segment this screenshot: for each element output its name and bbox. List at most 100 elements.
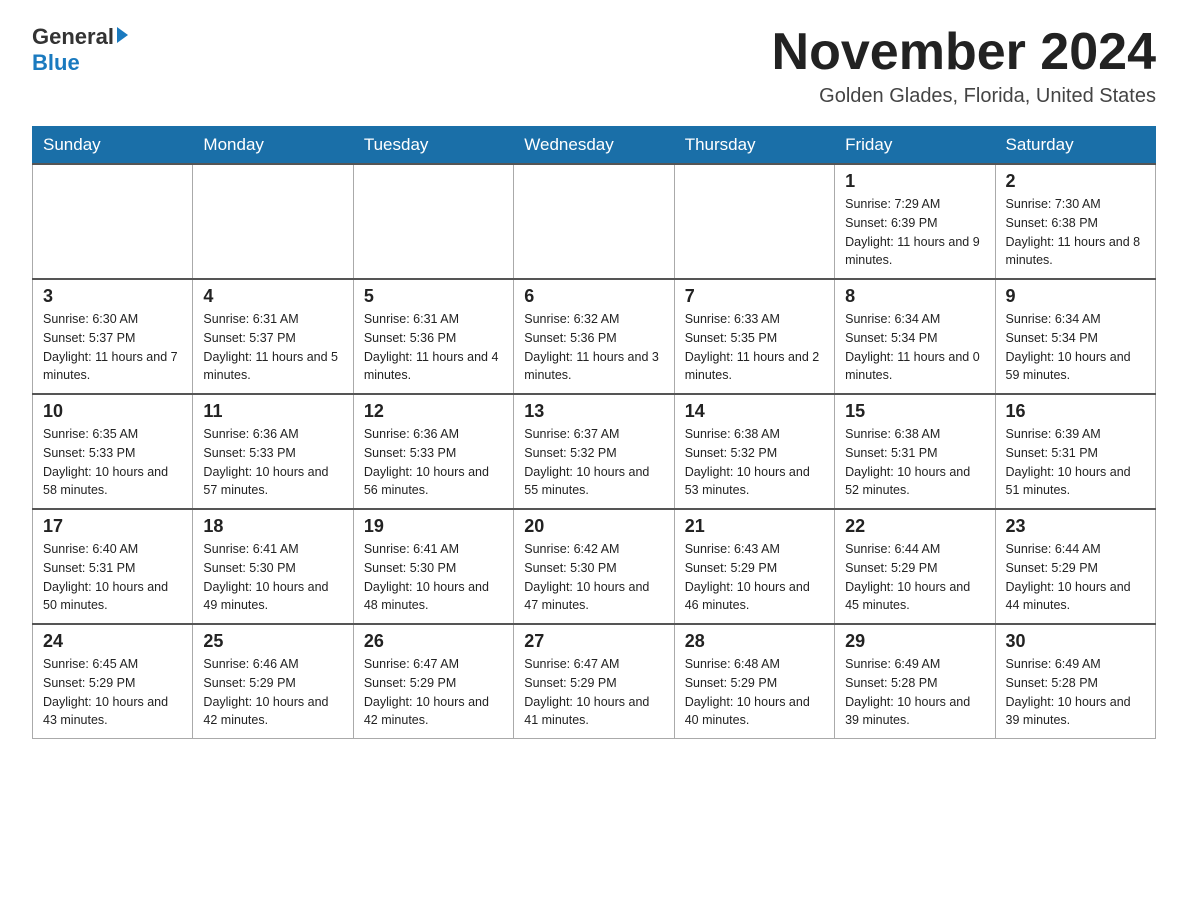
day-info: Sunrise: 6:41 AM Sunset: 5:30 PM Dayligh… (203, 540, 342, 615)
calendar-week-row: 10 Sunrise: 6:35 AM Sunset: 5:33 PM Dayli… (33, 394, 1156, 509)
day-info: Sunrise: 6:32 AM Sunset: 5:36 PM Dayligh… (524, 310, 663, 385)
day-number: 11 (203, 401, 342, 422)
calendar-cell (193, 164, 353, 279)
day-info: Sunrise: 6:49 AM Sunset: 5:28 PM Dayligh… (845, 655, 984, 730)
calendar-cell: 3 Sunrise: 6:30 AM Sunset: 5:37 PM Daylig… (33, 279, 193, 394)
calendar-cell (674, 164, 834, 279)
day-info: Sunrise: 6:46 AM Sunset: 5:29 PM Dayligh… (203, 655, 342, 730)
logo: General Blue (32, 24, 128, 76)
calendar-cell: 7 Sunrise: 6:33 AM Sunset: 5:35 PM Daylig… (674, 279, 834, 394)
logo-general-text: General (32, 24, 114, 50)
calendar-cell: 16Sunrise: 6:39 AM Sunset: 5:31 PM Dayli… (995, 394, 1155, 509)
calendar-cell: 9Sunrise: 6:34 AM Sunset: 5:34 PM Daylig… (995, 279, 1155, 394)
calendar-cell: 25Sunrise: 6:46 AM Sunset: 5:29 PM Dayli… (193, 624, 353, 739)
day-info: Sunrise: 6:38 AM Sunset: 5:32 PM Dayligh… (685, 425, 824, 500)
calendar-cell: 19 Sunrise: 6:41 AM Sunset: 5:30 PM Dayli… (353, 509, 513, 624)
day-number: 9 (1006, 286, 1145, 307)
day-info: Sunrise: 6:36 AM Sunset: 5:33 PM Dayligh… (364, 425, 503, 500)
calendar-cell: 15 Sunrise: 6:38 AM Sunset: 5:31 PM Dayli… (835, 394, 995, 509)
calendar-week-row: 1 Sunrise: 7:29 AM Sunset: 6:39 PM Daylig… (33, 164, 1156, 279)
calendar-cell (514, 164, 674, 279)
page-header: General Blue November 2024 Golden Glades… (32, 24, 1156, 108)
logo-arrow-icon (117, 27, 128, 43)
calendar-cell: 10 Sunrise: 6:35 AM Sunset: 5:33 PM Dayli… (33, 394, 193, 509)
calendar-cell: 29 Sunrise: 6:49 AM Sunset: 5:28 PM Dayli… (835, 624, 995, 739)
day-info: Sunrise: 6:47 AM Sunset: 5:29 PM Dayligh… (364, 655, 503, 730)
calendar-table: SundayMondayTuesdayWednesdayThursdayFrid… (32, 126, 1156, 739)
calendar-cell: 5Sunrise: 6:31 AM Sunset: 5:36 PM Daylig… (353, 279, 513, 394)
location-subtitle: Golden Glades, Florida, United States (772, 85, 1156, 108)
day-info: Sunrise: 6:40 AM Sunset: 5:31 PM Dayligh… (43, 540, 182, 615)
day-number: 20 (524, 516, 663, 537)
day-number: 15 (845, 401, 984, 422)
day-info: Sunrise: 6:31 AM Sunset: 5:36 PM Dayligh… (364, 310, 503, 385)
day-number: 1 (845, 171, 984, 192)
calendar-cell: 26 Sunrise: 6:47 AM Sunset: 5:29 PM Dayli… (353, 624, 513, 739)
day-info: Sunrise: 6:31 AM Sunset: 5:37 PM Dayligh… (203, 310, 342, 385)
calendar-cell (353, 164, 513, 279)
logo-blue-text: Blue (32, 50, 80, 75)
calendar-cell: 13 Sunrise: 6:37 AM Sunset: 5:32 PM Dayli… (514, 394, 674, 509)
day-info: Sunrise: 6:41 AM Sunset: 5:30 PM Dayligh… (364, 540, 503, 615)
day-number: 4 (203, 286, 342, 307)
day-info: Sunrise: 6:34 AM Sunset: 5:34 PM Dayligh… (845, 310, 984, 385)
day-info: Sunrise: 6:45 AM Sunset: 5:29 PM Dayligh… (43, 655, 182, 730)
calendar-cell: 1 Sunrise: 7:29 AM Sunset: 6:39 PM Daylig… (835, 164, 995, 279)
calendar-cell: 20 Sunrise: 6:42 AM Sunset: 5:30 PM Dayli… (514, 509, 674, 624)
weekday-header-tuesday: Tuesday (353, 127, 513, 165)
title-area: November 2024 Golden Glades, Florida, Un… (772, 24, 1156, 108)
calendar-cell: 28 Sunrise: 6:48 AM Sunset: 5:29 PM Dayli… (674, 624, 834, 739)
calendar-cell: 6 Sunrise: 6:32 AM Sunset: 5:36 PM Daylig… (514, 279, 674, 394)
day-number: 29 (845, 631, 984, 652)
day-info: Sunrise: 6:44 AM Sunset: 5:29 PM Dayligh… (845, 540, 984, 615)
day-info: Sunrise: 6:30 AM Sunset: 5:37 PM Dayligh… (43, 310, 182, 385)
calendar-cell: 23Sunrise: 6:44 AM Sunset: 5:29 PM Dayli… (995, 509, 1155, 624)
day-number: 19 (364, 516, 503, 537)
calendar-cell: 24 Sunrise: 6:45 AM Sunset: 5:29 PM Dayli… (33, 624, 193, 739)
day-number: 27 (524, 631, 663, 652)
calendar-cell: 22 Sunrise: 6:44 AM Sunset: 5:29 PM Dayli… (835, 509, 995, 624)
day-info: Sunrise: 6:43 AM Sunset: 5:29 PM Dayligh… (685, 540, 824, 615)
day-info: Sunrise: 6:44 AM Sunset: 5:29 PM Dayligh… (1006, 540, 1145, 615)
day-info: Sunrise: 6:38 AM Sunset: 5:31 PM Dayligh… (845, 425, 984, 500)
weekday-header-friday: Friday (835, 127, 995, 165)
calendar-cell: 12 Sunrise: 6:36 AM Sunset: 5:33 PM Dayli… (353, 394, 513, 509)
day-info: Sunrise: 6:42 AM Sunset: 5:30 PM Dayligh… (524, 540, 663, 615)
day-info: Sunrise: 6:33 AM Sunset: 5:35 PM Dayligh… (685, 310, 824, 385)
day-number: 30 (1006, 631, 1145, 652)
day-info: Sunrise: 7:29 AM Sunset: 6:39 PM Dayligh… (845, 195, 984, 270)
day-info: Sunrise: 6:48 AM Sunset: 5:29 PM Dayligh… (685, 655, 824, 730)
day-number: 7 (685, 286, 824, 307)
calendar-cell: 14 Sunrise: 6:38 AM Sunset: 5:32 PM Dayli… (674, 394, 834, 509)
calendar-cell: 4 Sunrise: 6:31 AM Sunset: 5:37 PM Daylig… (193, 279, 353, 394)
day-number: 13 (524, 401, 663, 422)
day-number: 28 (685, 631, 824, 652)
day-number: 6 (524, 286, 663, 307)
day-number: 10 (43, 401, 182, 422)
day-number: 12 (364, 401, 503, 422)
day-number: 17 (43, 516, 182, 537)
calendar-cell: 8Sunrise: 6:34 AM Sunset: 5:34 PM Daylig… (835, 279, 995, 394)
day-info: Sunrise: 6:47 AM Sunset: 5:29 PM Dayligh… (524, 655, 663, 730)
day-number: 14 (685, 401, 824, 422)
month-title: November 2024 (772, 24, 1156, 81)
day-info: Sunrise: 6:35 AM Sunset: 5:33 PM Dayligh… (43, 425, 182, 500)
calendar-cell: 11Sunrise: 6:36 AM Sunset: 5:33 PM Dayli… (193, 394, 353, 509)
calendar-week-row: 24 Sunrise: 6:45 AM Sunset: 5:29 PM Dayli… (33, 624, 1156, 739)
weekday-header-thursday: Thursday (674, 127, 834, 165)
calendar-week-row: 3 Sunrise: 6:30 AM Sunset: 5:37 PM Daylig… (33, 279, 1156, 394)
day-info: Sunrise: 6:37 AM Sunset: 5:32 PM Dayligh… (524, 425, 663, 500)
day-number: 3 (43, 286, 182, 307)
day-number: 22 (845, 516, 984, 537)
day-number: 16 (1006, 401, 1145, 422)
weekday-header-row: SundayMondayTuesdayWednesdayThursdayFrid… (33, 127, 1156, 165)
weekday-header-wednesday: Wednesday (514, 127, 674, 165)
weekday-header-monday: Monday (193, 127, 353, 165)
calendar-week-row: 17 Sunrise: 6:40 AM Sunset: 5:31 PM Dayli… (33, 509, 1156, 624)
calendar-cell: 18Sunrise: 6:41 AM Sunset: 5:30 PM Dayli… (193, 509, 353, 624)
day-number: 21 (685, 516, 824, 537)
day-number: 2 (1006, 171, 1145, 192)
day-number: 26 (364, 631, 503, 652)
day-number: 24 (43, 631, 182, 652)
weekday-header-saturday: Saturday (995, 127, 1155, 165)
